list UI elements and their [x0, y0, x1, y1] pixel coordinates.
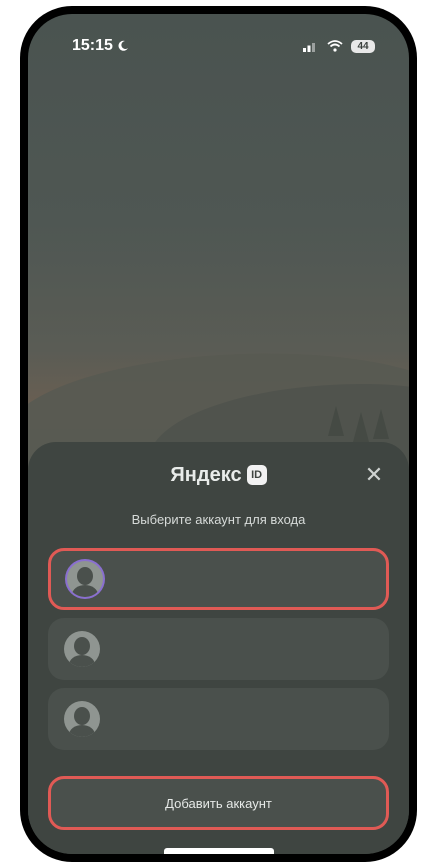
- yandex-id-logo: Яндекс ID: [170, 463, 267, 487]
- moon-icon: [118, 40, 128, 51]
- add-account-label: Добавить аккаунт: [165, 795, 272, 811]
- account-item[interactable]: [48, 618, 389, 680]
- sheet-header: Яндекс ID ✕: [28, 460, 409, 490]
- sheet-subtitle: Выберите аккаунт для входа: [131, 512, 306, 527]
- status-time: 15:15: [72, 37, 129, 55]
- screen: 15:15 44 Яндекс ID ✕ Выберите аккаунт дл…: [28, 14, 409, 854]
- status-bar: 15:15 44: [72, 36, 375, 56]
- battery-indicator: 44: [351, 39, 375, 53]
- phone-frame: 15:15 44 Яндекс ID ✕ Выберите аккаунт дл…: [20, 6, 417, 862]
- background-tree: [353, 412, 369, 442]
- account-item[interactable]: [48, 548, 389, 610]
- signal-icon: [303, 42, 315, 52]
- add-account-button[interactable]: Добавить аккаунт: [48, 776, 389, 830]
- background-tree: [328, 406, 344, 436]
- home-indicator[interactable]: [164, 848, 274, 854]
- user-avatar-icon: [67, 561, 103, 597]
- user-avatar-icon: [64, 631, 100, 667]
- brand-name: Яндекс: [170, 463, 242, 486]
- account-item[interactable]: [48, 688, 389, 750]
- status-icons: 44: [303, 39, 375, 53]
- user-avatar-icon: [64, 701, 100, 737]
- close-icon[interactable]: ✕: [361, 462, 387, 488]
- wifi-icon: [327, 40, 343, 52]
- account-picker-sheet: Яндекс ID ✕ Выберите аккаунт для входа Д…: [28, 442, 409, 854]
- time-text: 15:15: [72, 37, 113, 54]
- background-tree: [373, 409, 389, 439]
- id-badge: ID: [246, 465, 267, 485]
